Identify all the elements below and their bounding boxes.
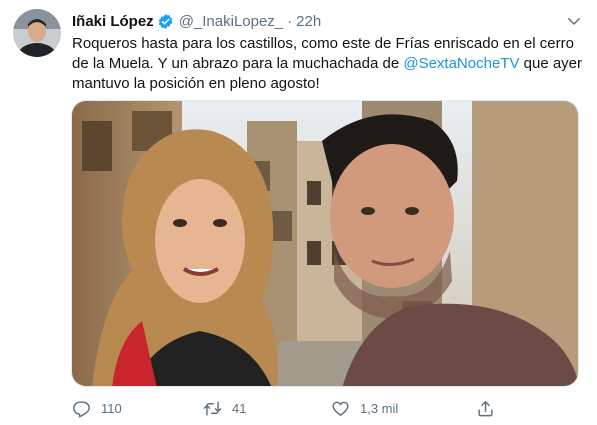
tweet-actions: 110 41 1,3 mil <box>72 396 512 420</box>
like-icon <box>332 401 349 416</box>
avatar[interactable] <box>13 9 61 57</box>
reply-count: 110 <box>101 400 122 416</box>
retweet-icon <box>203 400 222 416</box>
tweet[interactable]: Iñaki López @_InakiLopez_ · 22h Roqueros… <box>0 0 597 425</box>
like-count: 1,3 mil <box>360 400 399 416</box>
reply-icon <box>73 400 90 418</box>
tweet-header: Iñaki López @_InakiLopez_ · 22h <box>72 11 587 31</box>
reply-button[interactable]: 110 <box>72 396 122 420</box>
share-icon <box>478 400 493 416</box>
retweet-button[interactable]: 41 <box>203 396 246 420</box>
tweet-timestamp[interactable]: 22h <box>296 13 321 30</box>
author-handle[interactable]: @_InakiLopez_ <box>179 13 283 30</box>
selfie-photo[interactable] <box>71 100 579 387</box>
author-name[interactable]: Iñaki López <box>72 13 154 30</box>
verified-badge-icon <box>157 13 174 30</box>
share-button[interactable] <box>476 396 495 420</box>
chevron-down-icon[interactable] <box>565 12 583 30</box>
like-button[interactable]: 1,3 mil <box>331 396 398 420</box>
tweet-text: Roqueros hasta para los castillos, como … <box>72 34 582 94</box>
separator-dot: · <box>287 12 293 30</box>
retweet-count: 41 <box>232 400 247 416</box>
mention-link[interactable]: @SextaNocheTV <box>403 55 519 72</box>
